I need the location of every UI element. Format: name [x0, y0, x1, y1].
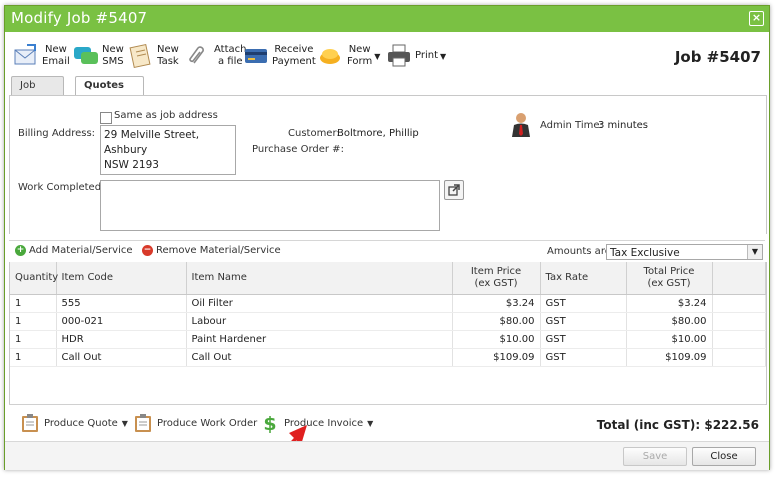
new-email-button[interactable]: New Email [13, 39, 70, 73]
table-row[interactable]: 1 000-021 Labour $80.00 GST $80.00 [10, 312, 766, 331]
materials-toolbar: + Add Material/Service − Remove Material… [9, 240, 765, 263]
modify-job-dialog: Modify Job #5407 × New Email New SMS New… [4, 5, 770, 470]
table-row[interactable]: 1 Call Out Call Out $109.09 GST $109.09 [10, 348, 766, 367]
paperclip-icon [189, 46, 204, 64]
task-icon [129, 43, 151, 69]
materials-table: Quantity Item Code Item Name Item Price(… [9, 262, 767, 405]
clipboard-icon [22, 414, 38, 432]
chevron-down-icon: ▼ [367, 418, 374, 428]
title-bar: Modify Job #5407 × [5, 6, 769, 32]
attach-file-button[interactable]: Attach a file [185, 39, 246, 73]
admin-time-label: Admin Time: [540, 120, 603, 131]
close-button[interactable]: Close [692, 447, 756, 466]
new-sms-button[interactable]: New SMS [73, 39, 124, 73]
customer-value: Boltmore, Phillip [337, 128, 419, 139]
plus-icon: + [15, 245, 26, 256]
clipboard-icon [135, 414, 151, 432]
col-quantity[interactable]: Quantity [10, 262, 58, 295]
same-as-job-checkbox[interactable] [100, 112, 112, 124]
print-label: Print [415, 50, 439, 61]
produce-quote-label: Produce Quote [44, 417, 118, 429]
work-completed-input[interactable] [100, 180, 440, 231]
new-form-line2: Form [347, 56, 373, 67]
new-form-line1: New [348, 44, 371, 55]
same-as-job-label: Same as job address [114, 110, 218, 121]
new-email-line2: Email [42, 56, 70, 67]
expand-work-completed-button[interactable] [444, 180, 464, 200]
purchase-order-label: Purchase Order #: [252, 144, 344, 155]
toolbar: NewEmail NewSMS NewTask Attacha file [5, 36, 769, 76]
email-icon [14, 44, 36, 65]
admin-avatar-icon [512, 113, 530, 137]
new-task-line1: New [157, 44, 179, 55]
amounts-are-label: Amounts are [547, 246, 611, 257]
dialog-button-bar: Save Close [5, 441, 769, 470]
new-sms-line2: SMS [102, 56, 124, 67]
receive-payment-button[interactable]: Receive Payment [243, 39, 316, 73]
save-button[interactable]: Save [623, 447, 687, 466]
sms-icon [74, 47, 98, 64]
amounts-select[interactable]: Tax Exclusive ▼ [606, 244, 763, 260]
col-item-price[interactable]: Item Price (ex GST) [452, 262, 541, 295]
produce-work-order-button[interactable]: Produce Work Order [134, 413, 257, 433]
receive-line2: Payment [272, 56, 316, 67]
admin-time-value: 3 minutes [598, 120, 649, 131]
print-button[interactable]: Print ▼ [386, 39, 446, 73]
payment-icon [245, 49, 267, 63]
total-label: Total (inc GST): [596, 418, 701, 432]
table-row[interactable]: 1 555 Oil Filter $3.24 GST $3.24 [10, 294, 766, 313]
work-completed-label: Work Completed: [18, 182, 105, 193]
table-row[interactable]: 1 HDR Paint Hardener $10.00 GST $10.00 [10, 330, 766, 349]
printer-icon [388, 44, 410, 67]
chevron-down-icon: ▼ [121, 418, 128, 428]
add-material-button[interactable]: + Add Material/Service [15, 245, 133, 256]
total-inc-gst: Total (inc GST): $222.56 [597, 418, 759, 432]
minus-icon: − [142, 245, 153, 256]
new-email-line1: New [44, 44, 67, 55]
remove-material-label: Remove Material/Service [156, 245, 281, 256]
job-number: Job #5407 [674, 48, 761, 66]
new-sms-line1: New [102, 44, 124, 55]
total-value: $222.56 [704, 418, 759, 432]
col-item-name[interactable]: Item Name [186, 262, 453, 295]
billing-address-input[interactable]: 29 Melville Street, Ashbury NSW 2193 [100, 125, 236, 175]
chevron-down-icon: ▼ [374, 51, 381, 61]
document-actions-bar: Produce Quote ▼ Produce Work Order $ Pro… [9, 404, 765, 439]
chevron-down-icon: ▼ [440, 51, 447, 61]
tab-quotes-invoicing[interactable]: Quotes & Invoicing [75, 76, 145, 127]
attach-line2: a file [217, 56, 243, 67]
col-filler [712, 262, 766, 295]
attach-line1: Attach [214, 44, 247, 55]
new-task-line2: Task [157, 56, 179, 67]
col-tax-rate[interactable]: Tax Rate [540, 262, 627, 295]
customer-label: Customer: [288, 128, 340, 139]
col-item-code[interactable]: Item Code [56, 262, 187, 295]
amounts-select-value: Tax Exclusive [610, 247, 680, 259]
tab-job-details[interactable]: Job Details [11, 76, 64, 109]
new-task-button[interactable]: New Task [128, 39, 179, 73]
billing-address-line1: 29 Melville Street, Ashbury [104, 129, 200, 156]
col-total-price[interactable]: Total Price (ex GST) [626, 262, 713, 295]
table-header-row: Quantity Item Code Item Name Item Price(… [10, 262, 766, 295]
form-icon [320, 49, 340, 64]
dialog-title: Modify Job #5407 [11, 9, 148, 27]
billing-panel: Same as job address Billing Address: 29 … [9, 95, 767, 234]
produce-work-order-label: Produce Work Order [157, 417, 258, 429]
billing-address-line2: NSW 2193 [104, 159, 159, 171]
receive-line1: Receive [274, 44, 314, 55]
produce-quote-button[interactable]: Produce Quote ▼ [21, 413, 128, 433]
close-icon[interactable]: × [749, 11, 764, 26]
billing-address-label: Billing Address: [18, 128, 96, 139]
add-material-label: Add Material/Service [29, 245, 133, 256]
external-link-icon [448, 184, 460, 196]
chevron-down-icon: ▼ [747, 245, 762, 259]
remove-material-button[interactable]: − Remove Material/Service [142, 245, 281, 256]
new-form-button[interactable]: New Form ▼ [318, 39, 380, 73]
